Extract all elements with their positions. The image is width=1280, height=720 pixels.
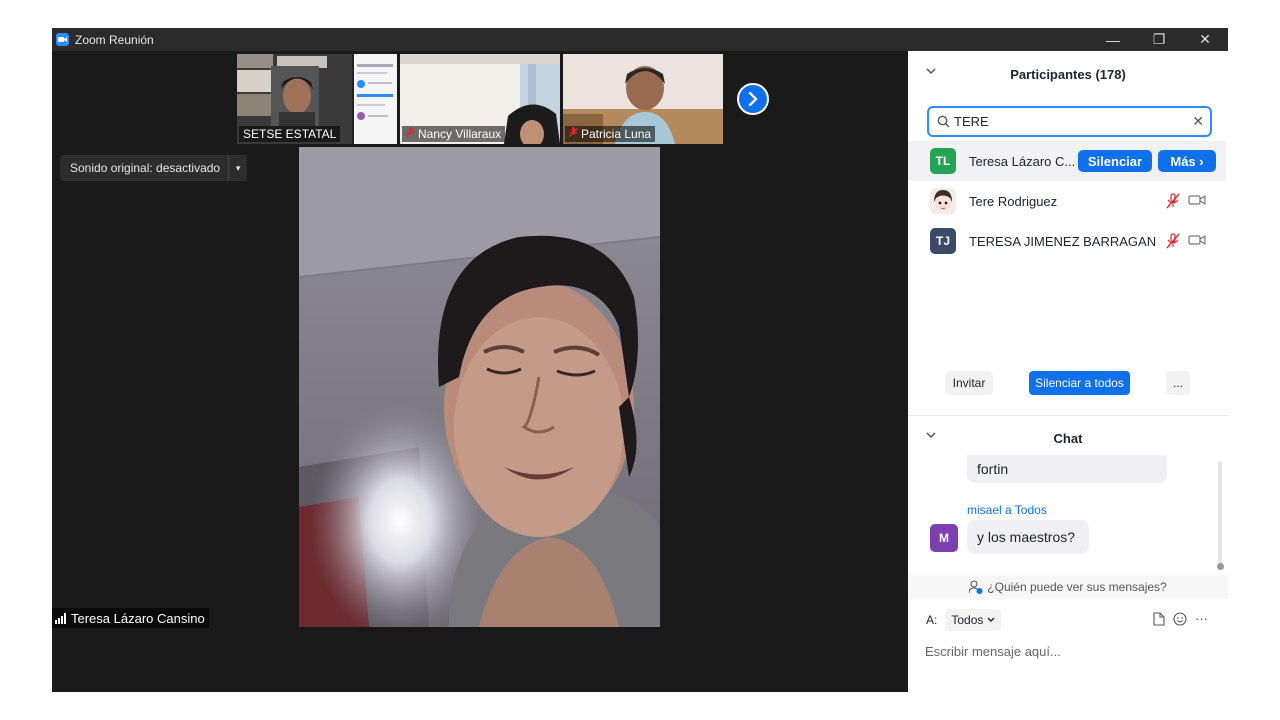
collapse-chevron-icon[interactable]	[926, 67, 936, 78]
chat-message-input[interactable]	[925, 641, 1215, 661]
recipient-select[interactable]: Todos	[945, 609, 1002, 631]
close-window-button[interactable]: ✕	[1182, 28, 1228, 51]
participant-name: Tere Rodriguez	[969, 193, 1058, 209]
chat-message-bubble: y los maestros?	[967, 520, 1089, 554]
participant-status-icons	[1166, 193, 1206, 209]
chat-recipient-row: A: Todos	[926, 608, 1002, 632]
participant-thumbnail[interactable]: SETSE ESTATAL	[237, 54, 397, 144]
minimize-button[interactable]: —	[1090, 28, 1136, 51]
participants-footer: Invitar Silenciar a todos ...	[908, 371, 1228, 409]
more-footer-button[interactable]: ...	[1166, 371, 1190, 395]
video-area: SETSE ESTATAL Nancy Villaraux Patricia L…	[52, 51, 908, 692]
original-sound-toggle[interactable]: Sonido original: desactivado ▾	[60, 155, 248, 181]
participant-row[interactable]: Tere Rodriguez	[908, 181, 1226, 221]
participant-status-icons	[1166, 233, 1206, 249]
video-off-icon	[1188, 194, 1206, 206]
title-bar: Zoom Reunión — ❐ ✕	[52, 28, 1228, 51]
chat-scrollbar[interactable]	[1218, 461, 1222, 567]
chat-scroll-thumb[interactable]	[1217, 563, 1224, 570]
participant-search-box[interactable]: ✕	[927, 106, 1212, 137]
participants-header: Participantes (178)	[908, 59, 1228, 89]
who-can-see-link[interactable]: ¿Quién puede ver sus mensajes?	[908, 575, 1228, 599]
chat-messages: fortin misael a Todos M y los maestros?	[908, 455, 1228, 571]
dropdown-arrow-icon[interactable]: ▾	[229, 155, 247, 181]
chat-tools: ···	[1153, 611, 1208, 626]
more-icon[interactable]: ···	[1195, 611, 1208, 626]
muted-mic-icon	[405, 127, 416, 141]
chat-message-bubble: fortin	[967, 455, 1167, 483]
participant-search-input[interactable]	[954, 114, 1174, 129]
chat-header: Chat	[908, 423, 1228, 453]
participant-row[interactable]: TJ TERESA JIMENEZ BARRAGAN	[908, 221, 1226, 261]
avatar: TJ	[930, 228, 956, 254]
window-controls: — ❐ ✕	[1090, 28, 1228, 51]
invite-button[interactable]: Invitar	[945, 371, 993, 395]
window-title: Zoom Reunión	[75, 32, 154, 47]
participant-name: TERESA JIMENEZ BARRAGAN	[969, 233, 1157, 249]
emoji-icon[interactable]	[1173, 611, 1187, 626]
mute-all-button[interactable]: Silenciar a todos	[1029, 371, 1130, 395]
section-divider	[908, 415, 1228, 416]
participant-thumbnail[interactable]: Patricia Luna	[563, 54, 723, 144]
avatar	[930, 188, 956, 214]
next-page-button[interactable]	[737, 83, 769, 115]
signal-strength-icon	[55, 612, 66, 624]
file-icon[interactable]	[1153, 611, 1165, 626]
speaker-video-frame	[299, 147, 660, 627]
zoom-app-icon	[56, 33, 69, 46]
zoom-window: Zoom Reunión — ❐ ✕ SETSE ESTATAL Nancy V…	[52, 28, 1228, 692]
more-options-button[interactable]: Más ›	[1158, 150, 1216, 172]
chevron-down-icon	[987, 617, 995, 622]
original-sound-label: Sonido original: desactivado	[60, 155, 230, 181]
chevron-right-icon: ›	[1199, 153, 1204, 169]
active-speaker-label: Teresa Lázaro Cansino	[52, 608, 209, 628]
anime-avatar-image	[930, 188, 956, 214]
active-speaker-video	[299, 147, 660, 627]
thumbnail-name-label: SETSE ESTATAL	[239, 126, 341, 142]
search-icon	[937, 115, 950, 128]
chevron-right-icon	[748, 92, 758, 106]
user-info-icon	[969, 580, 983, 594]
participant-list: TL Teresa Lázaro C... Silenciar Más › Te…	[908, 141, 1228, 261]
participant-thumbnail[interactable]: Nancy Villaraux	[400, 54, 560, 144]
thumbnail-name-label: Nancy Villaraux	[402, 126, 506, 142]
participant-row[interactable]: TL Teresa Lázaro C... Silenciar Más ›	[908, 141, 1226, 181]
avatar: TL	[930, 148, 956, 174]
chat-sender-label: misael a Todos	[967, 503, 1047, 517]
avatar: M	[930, 524, 958, 552]
mute-participant-button[interactable]: Silenciar	[1078, 150, 1152, 172]
video-off-icon	[1188, 234, 1206, 246]
restore-button[interactable]: ❐	[1136, 28, 1182, 51]
thumbnail-name-label: Patricia Luna	[565, 126, 656, 142]
clear-search-icon[interactable]: ✕	[1192, 113, 1204, 130]
muted-mic-icon	[1166, 193, 1180, 209]
side-panel: Participantes (178) ✕ TL Teresa Lázaro C…	[908, 51, 1228, 692]
collapse-chevron-icon[interactable]	[926, 431, 936, 442]
recipient-label: A:	[926, 613, 938, 627]
muted-mic-icon	[568, 127, 579, 141]
muted-mic-icon	[1166, 233, 1180, 249]
participant-name: Teresa Lázaro C...	[969, 153, 1076, 169]
